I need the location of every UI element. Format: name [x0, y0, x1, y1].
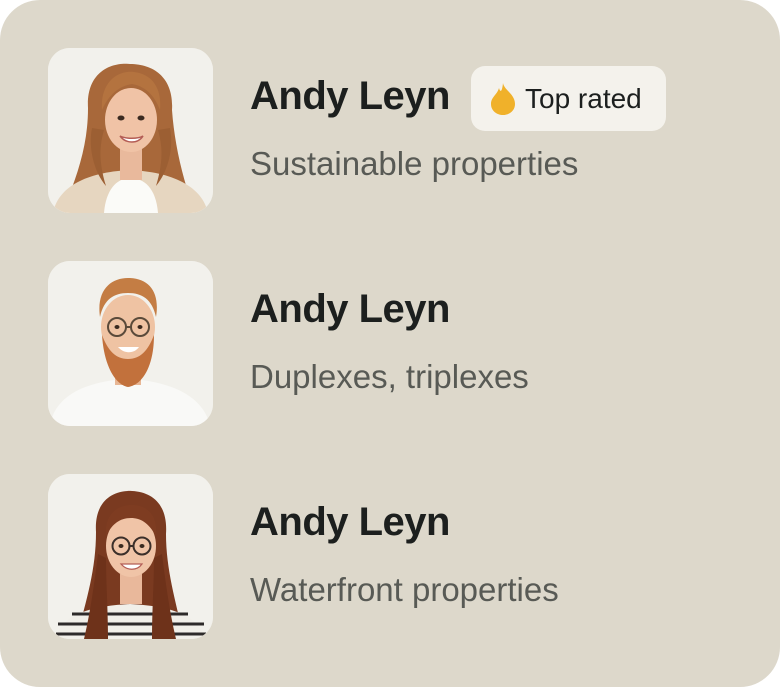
agent-list-item[interactable]: Andy Leyn Top rated Sustainable properti… [48, 48, 748, 213]
agent-name: Andy Leyn [250, 500, 450, 544]
avatar [48, 48, 213, 213]
agent-list-card: Andy Leyn Top rated Sustainable properti… [0, 0, 780, 687]
agent-name: Andy Leyn [250, 74, 450, 118]
man-beard-glasses-portrait-image [48, 261, 213, 426]
top-rated-badge: Top rated [471, 66, 666, 131]
avatar [48, 261, 213, 426]
agent-specialty: Waterfront properties [250, 571, 559, 608]
agent-list-item[interactable]: Andy Leyn Duplexes, triplexes [48, 261, 748, 426]
agent-name: Andy Leyn [250, 287, 450, 331]
flame-icon [491, 82, 515, 115]
agent-list-item[interactable]: Andy Leyn Waterfront properties [48, 474, 748, 639]
avatar [48, 474, 213, 639]
woman-glasses-portrait-image [48, 474, 213, 639]
woman-curly-hair-portrait-image [48, 48, 213, 213]
agent-specialty: Sustainable properties [250, 145, 579, 182]
agent-specialty: Duplexes, triplexes [250, 358, 529, 395]
badge-label: Top rated [525, 82, 642, 114]
